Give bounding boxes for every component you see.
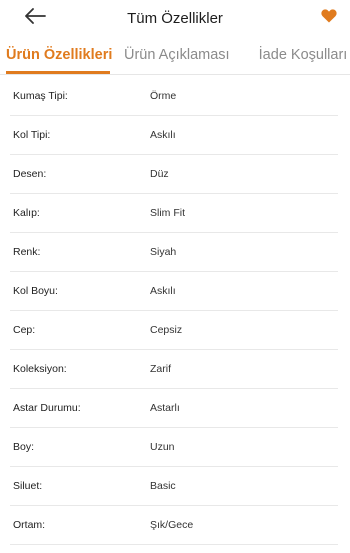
attribute-label: Koleksiyon: <box>13 363 67 375</box>
tab-product-features[interactable]: Ürün Özellikleri <box>6 38 112 74</box>
attribute-label: Kalıp: <box>13 207 40 219</box>
attribute-row: Boy: Uzun <box>10 428 338 467</box>
attribute-row: Siluet: Basic <box>10 467 338 506</box>
arrow-left-icon <box>24 7 46 29</box>
attribute-row: Kalıp: Slim Fit <box>10 194 338 233</box>
page-title: Tüm Özellikler <box>127 10 223 27</box>
attribute-row: Cep: Cepsiz <box>10 311 338 350</box>
attribute-label: Siluet: <box>13 480 43 492</box>
attribute-value: Basic <box>150 480 176 492</box>
attribute-value: Uzun <box>150 441 175 453</box>
tab-return-conditions[interactable]: İade Koşulları <box>248 38 350 74</box>
attribute-row: Desen: Düz <box>10 155 338 194</box>
attribute-row: Astar Durumu: Astarlı <box>10 389 338 428</box>
attribute-row: Ortam: Şık/Gece <box>10 506 338 545</box>
attribute-label: Ortam: <box>13 519 46 531</box>
attribute-value: Şık/Gece <box>150 519 194 531</box>
attribute-label: Astar Durumu: <box>13 402 81 414</box>
attribute-list: Kumaş Tipi: Örme Kol Tipi: Askılı Desen:… <box>0 77 350 545</box>
attribute-row: Kumaş Tipi: Örme <box>10 77 338 116</box>
attribute-value: Astarlı <box>150 402 180 414</box>
attribute-label: Kol Boyu: <box>13 285 58 297</box>
top-bar: Tüm Özellikler <box>0 0 350 38</box>
tab-bar: Ürün Özellikleri Ürün Açıklaması İade Ko… <box>0 38 350 75</box>
attribute-label: Kumaş Tipi: <box>13 90 68 102</box>
attribute-row: Kol Boyu: Askılı <box>10 272 338 311</box>
attribute-row: Koleksiyon: Zarif <box>10 350 338 389</box>
attribute-label: Boy: <box>13 441 35 453</box>
attribute-label: Renk: <box>13 246 41 258</box>
heart-icon <box>321 8 337 28</box>
back-button[interactable] <box>20 6 50 30</box>
favorite-button[interactable] <box>318 8 340 28</box>
attribute-row: Renk: Siyah <box>10 233 338 272</box>
attribute-value: Zarif <box>150 363 171 375</box>
attribute-value: Siyah <box>150 246 177 258</box>
attribute-value: Slim Fit <box>150 207 185 219</box>
tab-product-description[interactable]: Ürün Açıklaması <box>124 38 230 74</box>
attribute-value: Askılı <box>150 129 176 141</box>
attribute-row: Kol Tipi: Askılı <box>10 116 338 155</box>
attribute-label: Cep: <box>13 324 36 336</box>
attribute-value: Düz <box>150 168 169 180</box>
attribute-value: Askılı <box>150 285 176 297</box>
attribute-label: Kol Tipi: <box>13 129 51 141</box>
attribute-value: Örme <box>150 90 177 102</box>
attribute-value: Cepsiz <box>150 324 183 336</box>
attribute-label: Desen: <box>13 168 47 180</box>
